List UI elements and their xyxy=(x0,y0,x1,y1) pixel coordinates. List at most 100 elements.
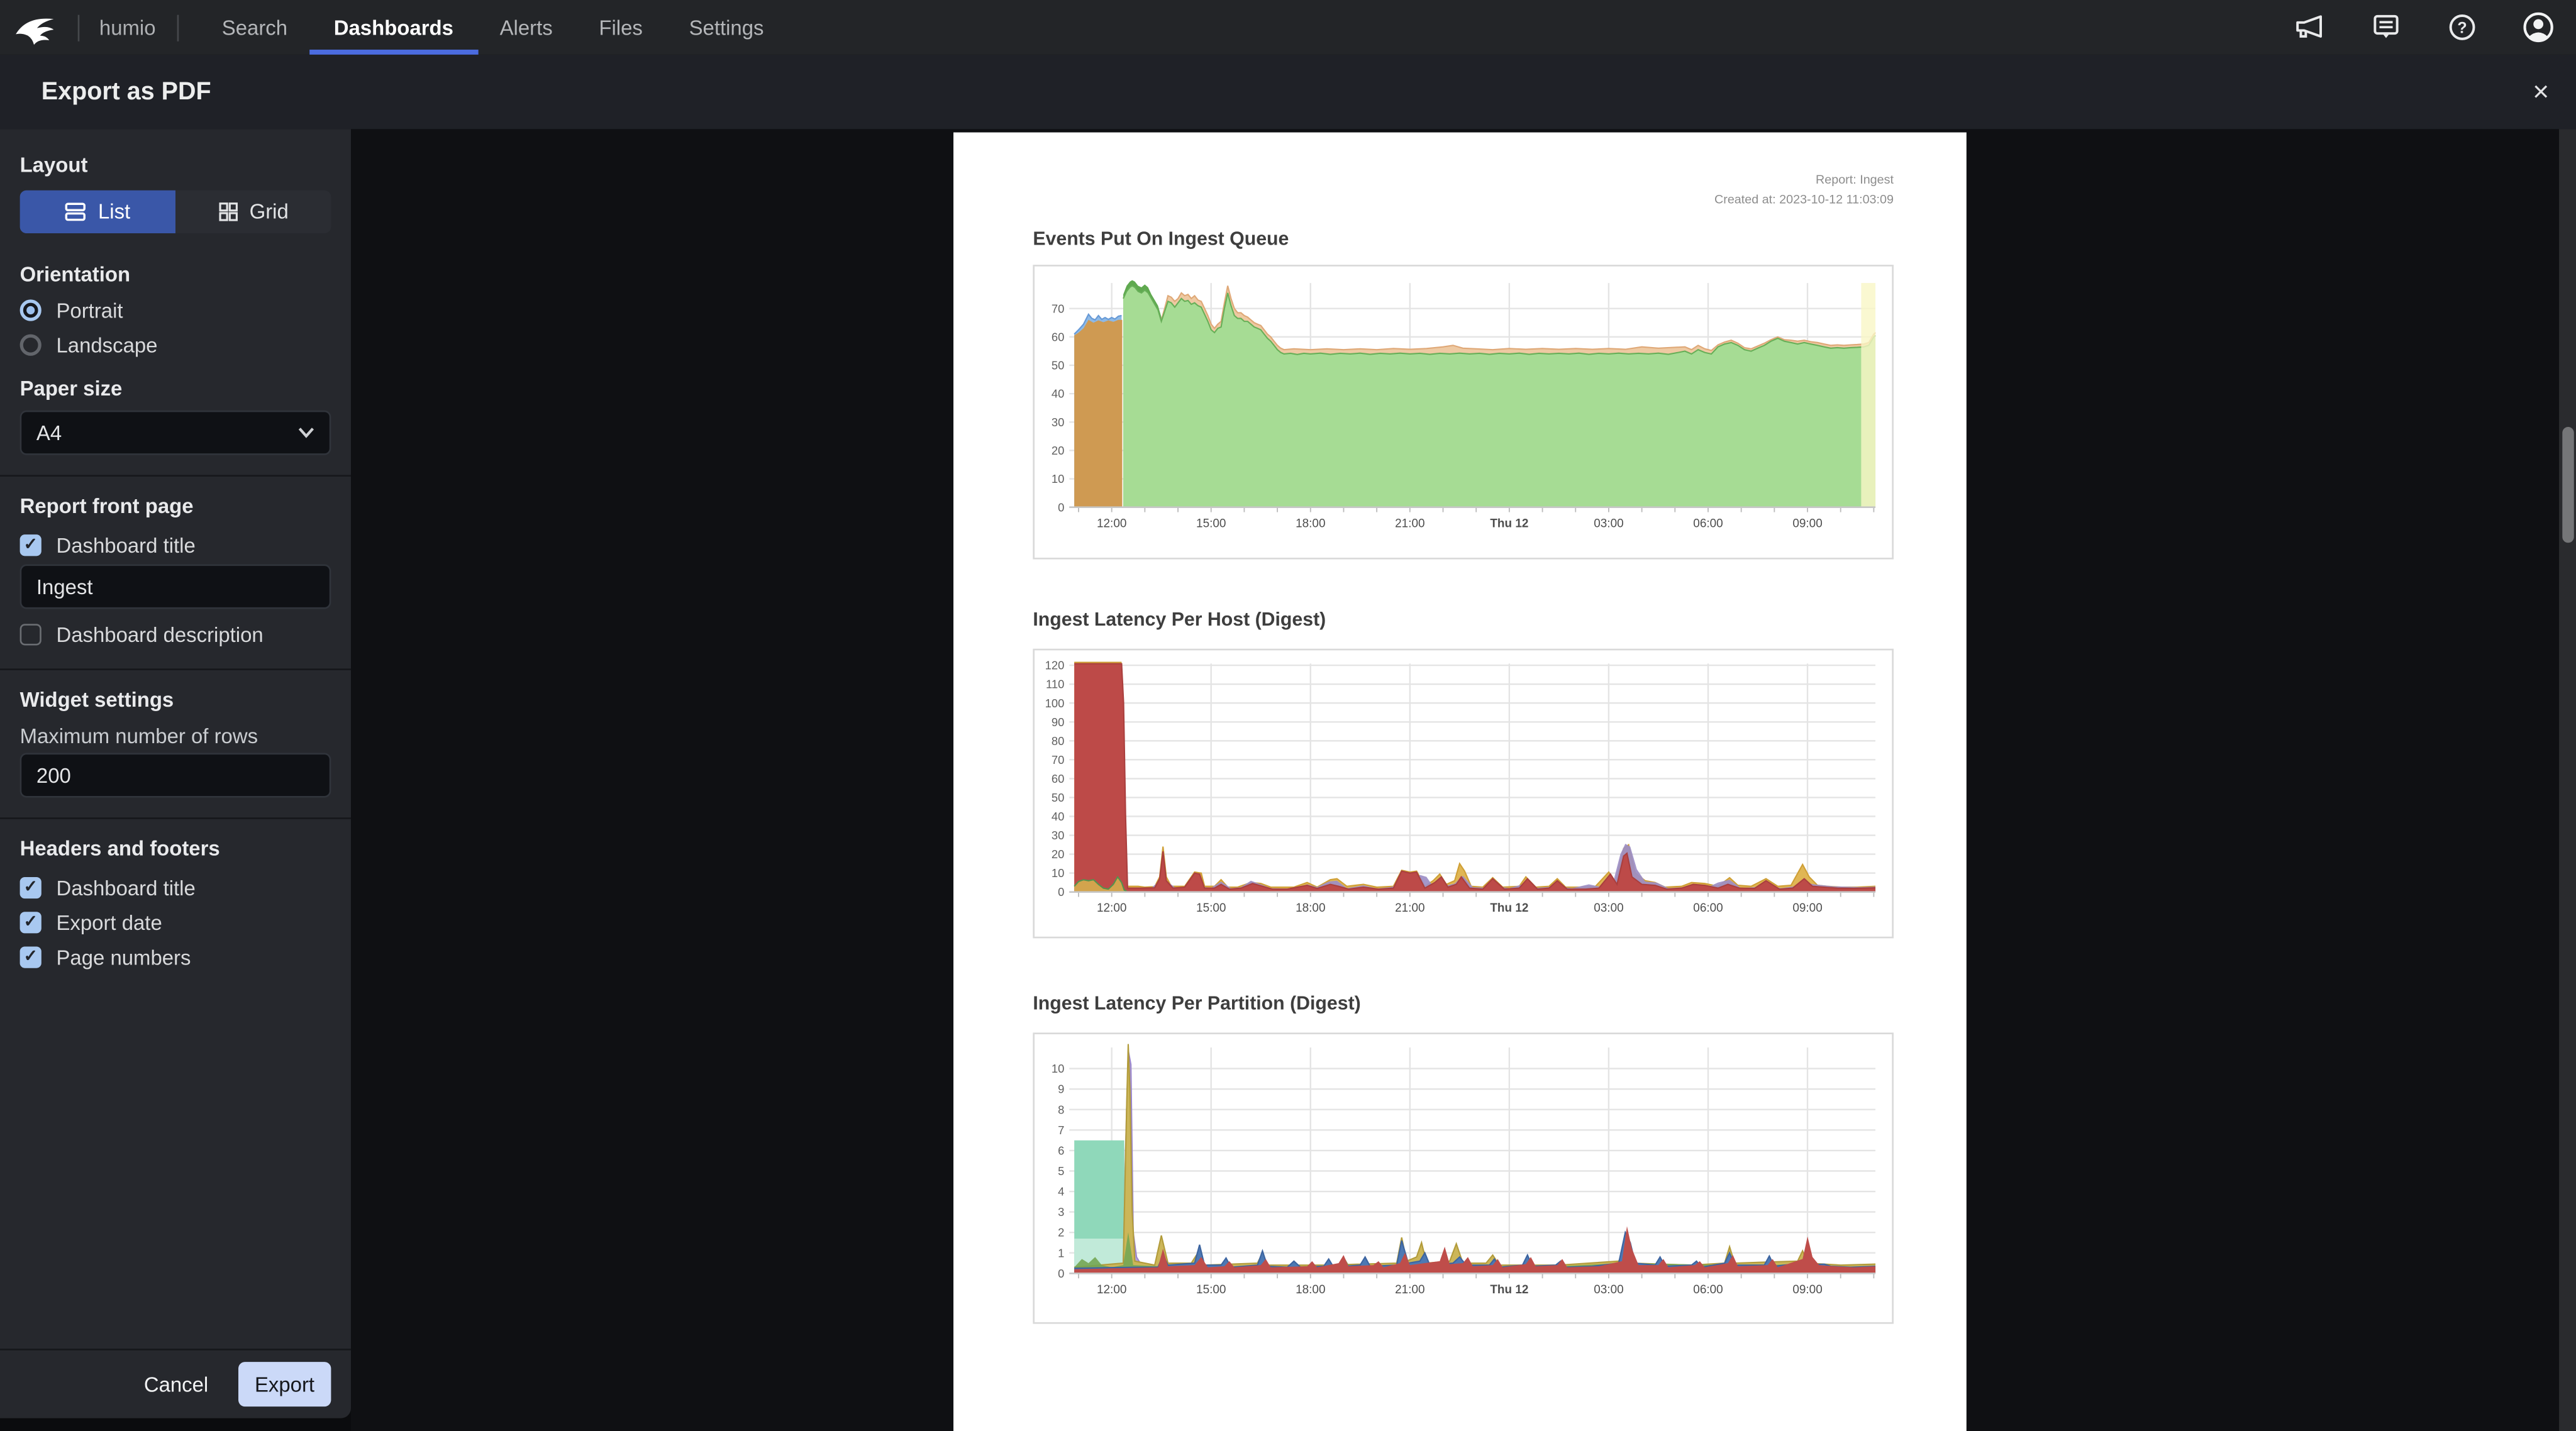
svg-text:06:00: 06:00 xyxy=(1693,1283,1723,1296)
svg-text:Thu 12: Thu 12 xyxy=(1490,517,1528,530)
grid-option-label: Grid xyxy=(249,200,289,224)
dashboard-title-checkbox[interactable]: ✓ xyxy=(19,534,42,556)
landscape-radio[interactable] xyxy=(19,334,42,356)
feedback-icon[interactable] xyxy=(2370,11,2402,43)
hf-dashboard-title-row[interactable]: ✓ Dashboard title xyxy=(19,875,331,900)
chart-frame: 0 10 20 30 40 50 60 70 12:00 15:00 18:00 21:00 Thu 1… xyxy=(1033,265,1894,560)
portrait-label: Portrait xyxy=(56,299,123,322)
chart-widget: Ingest Latency Per Partition (Digest) 0 1… xyxy=(1033,993,1894,1324)
svg-text:40: 40 xyxy=(1052,810,1064,823)
svg-text:10: 10 xyxy=(1052,866,1064,880)
headers-footers-section-label: Headers and footers xyxy=(19,837,220,861)
report-label: Report: Ingest xyxy=(1815,172,1894,187)
area-chart-ingest-latency-per-partition: 0 1 2 3 4 5 6 7 8 9 10 12:00 15:00 18:00 21:00 Thu 12 03… xyxy=(1052,1044,1876,1296)
svg-text:6: 6 xyxy=(1058,1144,1064,1157)
svg-text:80: 80 xyxy=(1052,734,1064,748)
close-icon[interactable]: × xyxy=(2533,55,2549,129)
pdf-preview-backdrop: Report: Ingest Created at: 2023-10-12 11… xyxy=(350,129,2576,1431)
hf-page-numbers-row[interactable]: ✓ Page numbers xyxy=(19,945,331,970)
cancel-button[interactable]: Cancel xyxy=(144,1373,208,1396)
svg-text:70: 70 xyxy=(1052,302,1064,315)
svg-text:0: 0 xyxy=(1058,1267,1064,1280)
svg-text:9: 9 xyxy=(1058,1083,1064,1096)
svg-text:3: 3 xyxy=(1058,1205,1064,1218)
nav-divider xyxy=(177,14,179,41)
svg-text:70: 70 xyxy=(1052,753,1064,766)
paper-size-select[interactable]: A4 xyxy=(19,410,331,455)
svg-text:15:00: 15:00 xyxy=(1196,1283,1226,1296)
falcon-logo-icon[interactable] xyxy=(13,9,56,45)
hf-export-date-checkbox[interactable]: ✓ xyxy=(19,912,42,934)
preview-scrollbar-thumb[interactable] xyxy=(2562,427,2574,543)
svg-text:50: 50 xyxy=(1052,359,1064,372)
dashboard-description-label: Dashboard description xyxy=(56,622,264,646)
hf-page-numbers-label: Page numbers xyxy=(56,946,191,970)
layout-option-list[interactable]: List xyxy=(19,190,175,234)
hf-export-date-label: Export date xyxy=(56,910,162,934)
chart-widget: Events Put On Ingest Queue 0 10 20 30 40 50 60… xyxy=(1033,228,1894,560)
chart-title: Ingest Latency Per Partition (Digest) xyxy=(1033,994,1361,1015)
svg-text:21:00: 21:00 xyxy=(1395,1283,1424,1296)
help-icon[interactable]: ? xyxy=(2446,11,2478,43)
svg-text:Thu 12: Thu 12 xyxy=(1490,1283,1528,1296)
svg-text:21:00: 21:00 xyxy=(1395,902,1424,915)
nav-item-search[interactable]: Search xyxy=(219,0,291,55)
svg-text:2: 2 xyxy=(1058,1226,1064,1239)
export-settings-sidebar: Layout List Grid Orientation Portrait La… xyxy=(0,129,351,1418)
svg-text:15:00: 15:00 xyxy=(1196,517,1226,530)
export-button[interactable]: Export xyxy=(238,1362,331,1407)
orientation-section-label: Orientation xyxy=(19,263,131,287)
chart-title: Ingest Latency Per Host (Digest) xyxy=(1033,611,1326,631)
max-rows-input[interactable] xyxy=(19,753,331,798)
paper-size-section-label: Paper size xyxy=(19,377,123,401)
nav-divider xyxy=(77,14,80,41)
section-divider xyxy=(0,475,351,477)
svg-text:1: 1 xyxy=(1058,1246,1064,1259)
preview-scrollbar-track[interactable] xyxy=(2559,129,2576,1431)
dashboard-title-checkbox-row[interactable]: ✓ Dashboard title xyxy=(19,533,331,557)
orientation-portrait-radio-row[interactable]: Portrait xyxy=(19,298,331,323)
list-layout-icon xyxy=(65,202,86,221)
report-front-page-section-label: Report front page xyxy=(19,494,194,518)
nav-item-settings[interactable]: Settings xyxy=(686,0,767,55)
svg-text:0: 0 xyxy=(1058,885,1064,898)
grid-layout-icon xyxy=(218,202,238,221)
svg-text:09:00: 09:00 xyxy=(1792,517,1822,530)
layout-section-label: Layout xyxy=(19,153,88,177)
hf-dashboard-title-checkbox[interactable]: ✓ xyxy=(19,876,42,899)
hf-page-numbers-checkbox[interactable]: ✓ xyxy=(19,946,42,968)
chart-widget: Ingest Latency Per Host (Digest) 0 10 20 30… xyxy=(1033,609,1894,939)
svg-text:12:00: 12:00 xyxy=(1097,902,1126,915)
chart-title: Events Put On Ingest Queue xyxy=(1033,229,1289,250)
svg-text:30: 30 xyxy=(1052,416,1064,429)
hf-export-date-row[interactable]: ✓ Export date xyxy=(19,910,331,935)
svg-text:06:00: 06:00 xyxy=(1693,902,1723,915)
svg-text:20: 20 xyxy=(1052,444,1064,457)
svg-text:0: 0 xyxy=(1058,500,1064,514)
created-at-label: Created at: 2023-10-12 11:03:09 xyxy=(1714,191,1894,206)
portrait-radio[interactable] xyxy=(19,299,42,321)
dashboard-description-checkbox-row[interactable]: ✓ Dashboard description xyxy=(19,622,331,647)
screen: humio Search Dashboards Alerts Files Set… xyxy=(0,0,2576,1431)
svg-text:90: 90 xyxy=(1052,716,1064,729)
chart-frame: 0 1 2 3 4 5 6 7 8 9 10 12:00 15:00 18:00 21:00 Thu 12 03… xyxy=(1033,1032,1894,1324)
orientation-landscape-radio-row[interactable]: Landscape xyxy=(19,333,331,357)
dashboard-title-input[interactable] xyxy=(19,564,331,609)
section-divider xyxy=(0,668,351,670)
nav-item-dashboards[interactable]: Dashboards xyxy=(309,0,479,55)
dashboard-description-checkbox[interactable]: ✓ xyxy=(19,624,42,646)
layout-option-grid[interactable]: Grid xyxy=(175,191,331,233)
section-divider xyxy=(0,817,351,819)
nav-item-files[interactable]: Files xyxy=(596,0,646,55)
nav-item-alerts[interactable]: Alerts xyxy=(496,0,556,55)
svg-text:09:00: 09:00 xyxy=(1792,902,1822,915)
nav-icon-group: ? xyxy=(2294,11,2554,43)
svg-text:15:00: 15:00 xyxy=(1196,902,1226,915)
dashboard-title-label: Dashboard title xyxy=(56,533,196,557)
svg-text:30: 30 xyxy=(1052,829,1064,842)
announcements-icon[interactable] xyxy=(2294,11,2326,43)
chevron-down-icon xyxy=(298,428,314,438)
svg-text:12:00: 12:00 xyxy=(1097,1283,1126,1296)
svg-text:50: 50 xyxy=(1052,791,1064,804)
account-avatar-icon[interactable] xyxy=(2523,11,2554,43)
